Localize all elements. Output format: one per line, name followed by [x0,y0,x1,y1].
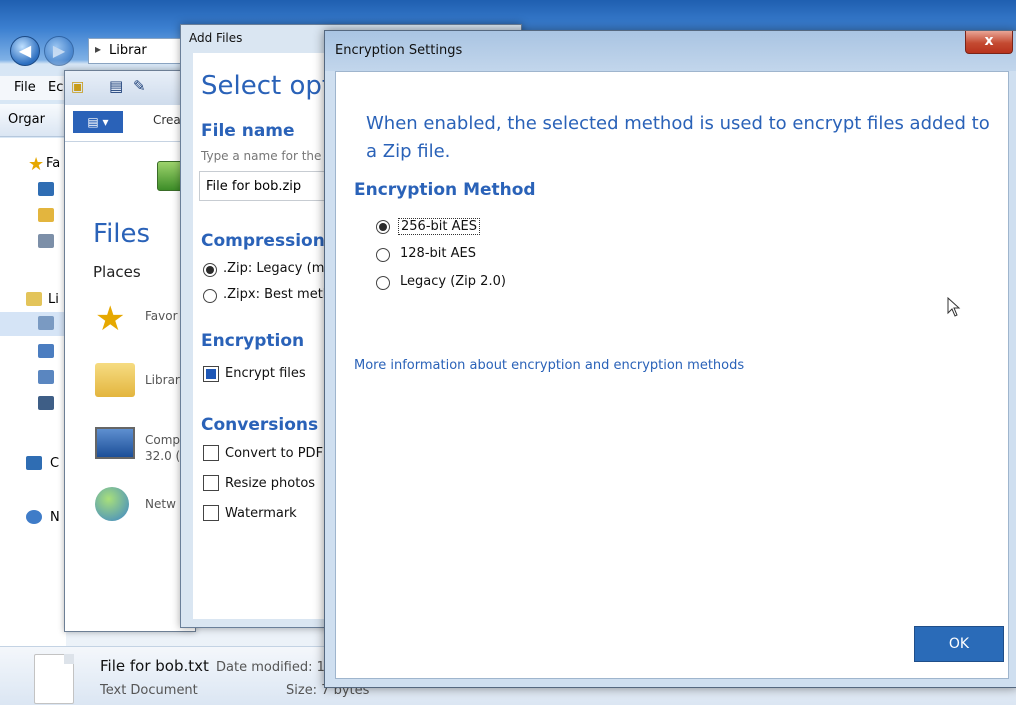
network-icon [26,510,42,524]
label-128-bit-aes[interactable]: 128-bit AES [398,246,478,261]
encryption-method-heading: Encryption Method [354,180,536,200]
status-date-modified: Date modified: 1 [216,660,325,675]
place-favorites[interactable]: Favor [145,309,178,323]
conversions-heading: Conversions [201,415,319,435]
encrypt-files-label[interactable]: Encrypt files [225,366,306,381]
watermark-label[interactable]: Watermark [225,506,297,521]
videos-icon [38,396,54,410]
tab-create[interactable]: Crea [153,113,181,127]
libraries-folder-icon [95,363,135,397]
menu-edit[interactable]: Ec [48,80,63,95]
save-icon[interactable]: ▤ [109,77,123,95]
files-pane-title: Files [93,219,151,249]
nav-item-libraries[interactable]: Li [48,292,59,307]
computer-icon [95,427,135,459]
places-heading: Places [93,263,141,281]
forward-button[interactable]: ▶ [44,36,74,66]
nav-item-computer[interactable]: C [50,456,59,471]
share-icon[interactable]: ✎ [133,77,146,95]
libraries-icon [26,292,42,306]
quick-access-toolbar: ▣ ▤ ✎ [65,71,195,105]
place-computer[interactable]: Comp [145,433,180,447]
desktop-icon [38,182,54,196]
label-legacy-zip[interactable]: Legacy (Zip 2.0) [398,274,508,289]
encryption-settings-title: Encryption Settings [335,43,463,58]
back-button[interactable]: ◀ [10,36,40,66]
winzip-window: ▣ ▤ ✎ Crea ▤ ▾ Files Places ★ Favor Libr… [64,70,196,632]
nav-item-favorites[interactable]: Fa [46,156,60,171]
computer-icon [26,456,42,470]
recent-places-icon [38,234,54,248]
encryption-info-link[interactable]: More information about encryption and en… [354,358,744,373]
place-computer-size: 32.0 ( [145,449,181,463]
close-button[interactable]: x [965,31,1013,54]
encryption-description: When enabled, the selected method is use… [366,113,990,162]
place-network[interactable]: Netw [145,497,176,511]
add-files-title: Add Files [189,31,243,45]
file-menu-button[interactable]: ▤ ▾ [73,111,123,133]
music-icon [38,344,54,358]
resize-photos-checkbox[interactable] [203,475,219,491]
encrypt-files-checkbox[interactable] [203,366,219,382]
file-name-heading: File name [201,121,295,141]
status-filename: File for bob.txt [100,657,209,675]
status-type: Text Document [100,683,198,698]
favorites-star-icon: ★ [95,299,126,339]
breadcrumb-arrow-icon: ▸ [95,42,102,56]
radio-legacy-zip[interactable] [376,276,390,290]
encryption-heading: Encryption [201,331,305,351]
downloads-icon [38,208,54,222]
mouse-cursor-icon [947,297,961,317]
navigation-pane: ★ Fa Li C N [0,138,66,648]
network-icon [95,487,129,521]
pictures-icon [38,370,54,384]
zip-legacy-radio[interactable] [203,263,217,277]
convert-to-pdf-checkbox[interactable] [203,445,219,461]
ok-button[interactable]: OK [914,626,1004,662]
watermark-checkbox[interactable] [203,505,219,521]
documents-icon [38,316,54,330]
label-256-bit-aes[interactable]: 256-bit AES [398,218,480,235]
encryption-settings-dialog: Encryption Settings x When enabled, the … [324,30,1016,688]
radio-256-bit-aes[interactable] [376,220,390,234]
compression-heading: Compression [201,231,325,251]
nav-item-selected[interactable] [0,312,66,336]
text-document-icon [34,654,74,704]
breadcrumb: Librar [109,43,147,58]
resize-photos-label[interactable]: Resize photos [225,476,315,491]
file-name-input[interactable]: File for bob.zip [199,171,339,201]
zipx-radio[interactable] [203,289,217,303]
zipx-label[interactable]: .Zipx: Best meth [223,287,331,302]
menu-file[interactable]: File [14,80,36,95]
favorites-star-icon: ★ [28,154,45,175]
organize-button[interactable]: Orgar [8,112,45,127]
file-name-hint: Type a name for the [201,149,322,163]
zip-legacy-label[interactable]: .Zip: Legacy (ma [223,261,332,276]
convert-to-pdf-label[interactable]: Convert to PDF [225,446,323,461]
encryption-settings-client: When enabled, the selected method is use… [335,71,1009,679]
radio-128-bit-aes[interactable] [376,248,390,262]
winzip-app-icon: ▣ [71,79,85,95]
nav-item-network[interactable]: N [50,510,60,525]
place-libraries[interactable]: Librar [145,373,180,387]
